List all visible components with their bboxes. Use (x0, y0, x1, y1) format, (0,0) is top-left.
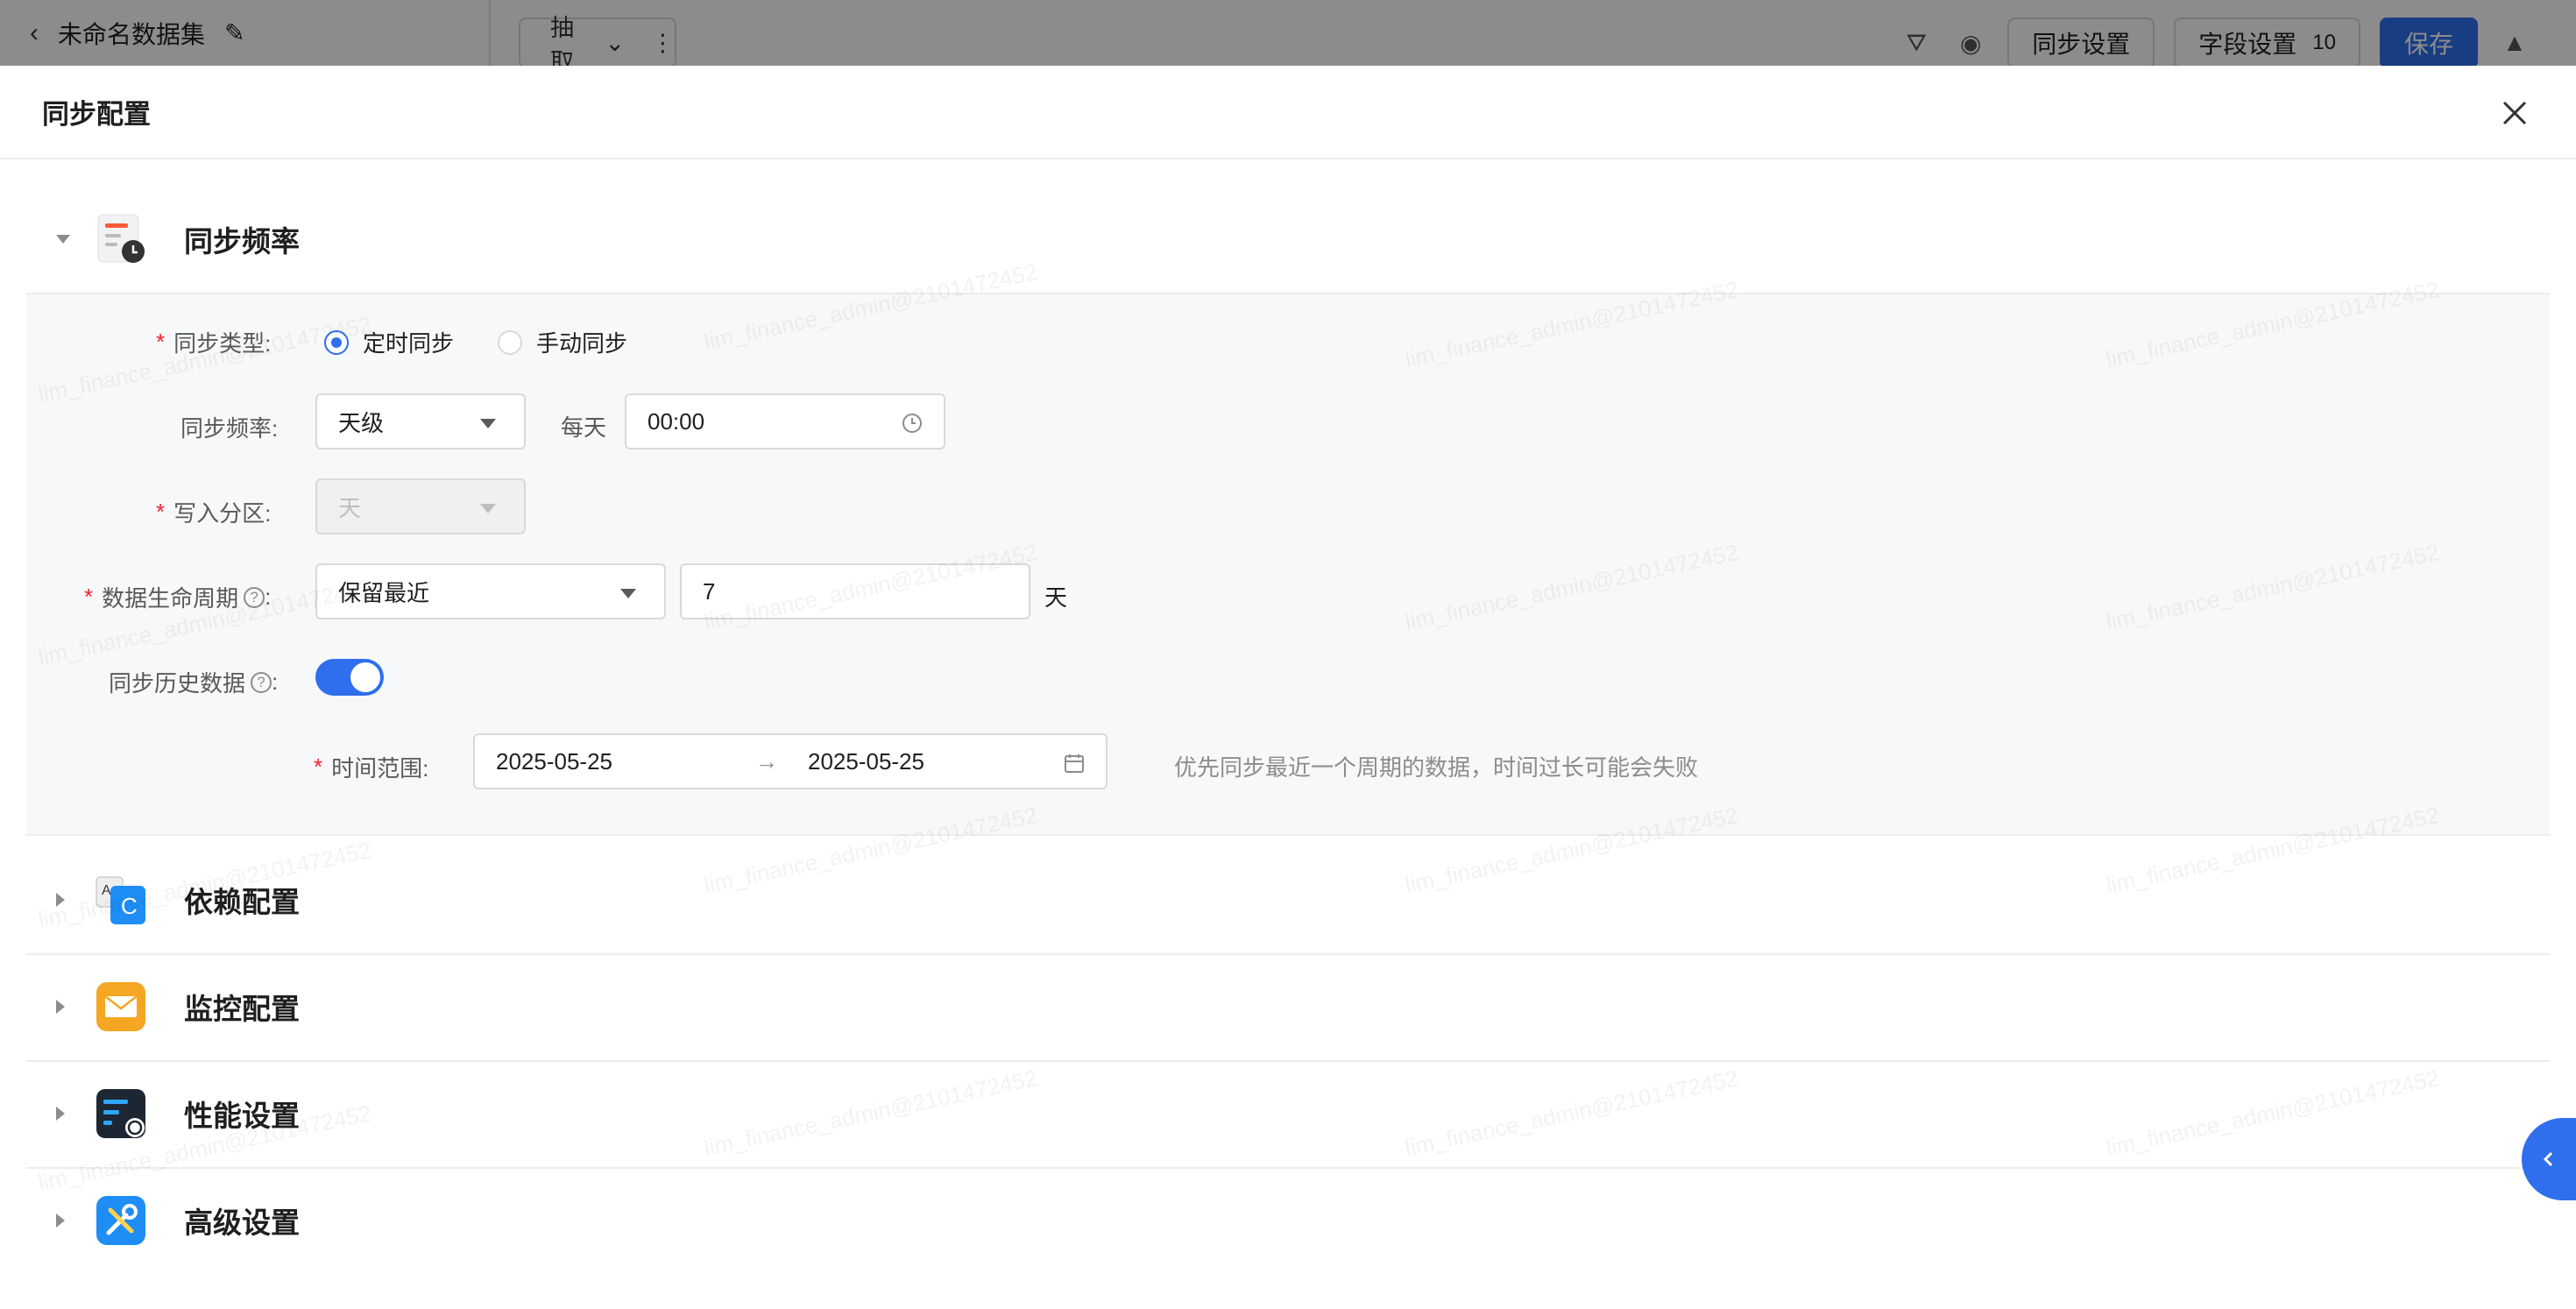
radio-label-manual: 手动同步 (536, 330, 628, 357)
section-performance: 性能设置 (26, 1060, 2550, 1169)
caret-down-icon (56, 235, 70, 244)
chevron-down-icon (480, 504, 496, 513)
section-title-dependency: 依赖配置 (184, 886, 300, 918)
arrow-right-icon: → (755, 747, 778, 775)
dependency-icon: A C (96, 876, 145, 924)
sync-type-label-text: 同步类型: (173, 330, 272, 357)
calendar-icon (1065, 754, 1084, 773)
section-header-advanced[interactable]: 高级设置 (26, 1167, 2550, 1274)
frequency-select-value: 天级 (338, 409, 385, 436)
lifecycle-mode-select[interactable]: 保留最近 (315, 563, 666, 619)
caret-right-icon (56, 1000, 65, 1014)
time-picker[interactable]: 00:00 (625, 393, 945, 449)
help-icon[interactable]: ? (251, 671, 272, 693)
section-header-monitoring[interactable]: 监控配置 (26, 953, 2550, 1060)
lifecycle-unit: 天 (1044, 584, 1068, 611)
history-colon: : (272, 669, 279, 695)
section-title-performance: 性能设置 (184, 1100, 300, 1132)
required-mark: * (84, 584, 94, 610)
time-value: 00:00 (648, 407, 705, 435)
frequency-label-text: 同步频率: (180, 415, 279, 442)
frequency-label: 同步频率: (180, 411, 278, 443)
sync-type-label: * 同步类型: (156, 326, 271, 358)
section-header-performance[interactable]: 性能设置 (26, 1060, 2550, 1167)
chevron-down-icon (620, 589, 636, 598)
range-start-value: 2025-05-25 (496, 747, 612, 775)
section-title-monitoring: 监控配置 (184, 993, 300, 1025)
lifecycle-count-value: 7 (703, 577, 716, 605)
section-header-dependency[interactable]: A C 依赖配置 (26, 846, 2550, 953)
time-range-hint: 优先同步最近一个周期的数据，时间过长可能会失败 (1174, 754, 1699, 781)
partition-select-value: 天 (338, 494, 362, 521)
history-toggle[interactable] (315, 659, 384, 696)
chevron-left-icon (2543, 1151, 2553, 1167)
lifecycle-count-input[interactable]: 7 (680, 563, 1030, 619)
partition-label: * 写入分区: (156, 496, 271, 528)
every-day-label: 每天 (561, 414, 607, 441)
close-icon[interactable] (2495, 94, 2534, 132)
tools-icon (96, 1196, 145, 1245)
schedule-icon (97, 214, 145, 263)
drawer-title: 同步配置 (42, 99, 151, 130)
mail-icon (96, 982, 145, 1031)
svg-text:A: A (102, 883, 111, 898)
caret-right-icon (56, 1213, 65, 1228)
caret-right-icon (56, 1107, 65, 1121)
svg-text:C: C (121, 893, 138, 919)
lifecycle-colon: : (265, 584, 272, 610)
required-mark: * (156, 499, 166, 525)
lifecycle-label: * 数据生命周期 ? : (84, 581, 271, 613)
section-sync-frequency: 同步频率 * 同步类型: 定时同步 手动同步 同步频率: 天级 每天 00:00… (26, 186, 2550, 836)
drawer-body: 同步频率 * 同步类型: 定时同步 手动同步 同步频率: 天级 每天 00:00… (0, 159, 2576, 1309)
date-range-picker[interactable]: 2025-05-25 → 2025-05-25 (473, 733, 1108, 789)
required-mark: * (314, 754, 323, 780)
clock-icon (902, 414, 922, 433)
section-title-sync-frequency: 同步频率 (184, 225, 300, 258)
time-range-label-text: 时间范围: (331, 755, 429, 782)
range-end-value: 2025-05-25 (808, 747, 924, 775)
sync-config-drawer: 同步配置 同步频率 * 同步类型: 定时同步 手动同步 同步频率: 天级 每天 … (0, 66, 2576, 1309)
drawer-header: 同步配置 (0, 66, 2576, 159)
sync-frequency-form: * 同步类型: 定时同步 手动同步 同步频率: 天级 每天 00:00 * 写入… (26, 293, 2550, 836)
performance-icon (96, 1089, 145, 1138)
radio-label-scheduled: 定时同步 (363, 330, 455, 357)
section-advanced: 高级设置 (26, 1167, 2550, 1274)
history-label: 同步历史数据 ? : (109, 666, 278, 698)
lifecycle-label-text: 数据生命周期 (102, 585, 239, 612)
partition-label-text: 写入分区: (173, 500, 272, 527)
radio-dot-unchecked (498, 329, 522, 355)
radio-dot-checked (324, 329, 349, 355)
partition-select: 天 (315, 478, 526, 534)
section-header-sync-frequency[interactable]: 同步频率 (26, 186, 2550, 293)
chevron-down-icon (480, 419, 496, 428)
lifecycle-mode-value: 保留最近 (338, 579, 430, 606)
required-mark: * (156, 329, 166, 355)
time-range-label: * 时间范围: (314, 751, 428, 783)
section-title-advanced: 高级设置 (184, 1206, 300, 1239)
radio-scheduled-sync[interactable]: 定时同步 (324, 326, 454, 358)
radio-manual-sync[interactable]: 手动同步 (498, 326, 627, 358)
frequency-select[interactable]: 天级 (315, 393, 526, 449)
history-label-text: 同步历史数据 (109, 670, 246, 697)
section-dependency: A C 依赖配置 (26, 846, 2550, 955)
help-icon[interactable]: ? (244, 586, 265, 608)
caret-right-icon (56, 893, 65, 907)
section-monitoring: 监控配置 (26, 953, 2550, 1062)
